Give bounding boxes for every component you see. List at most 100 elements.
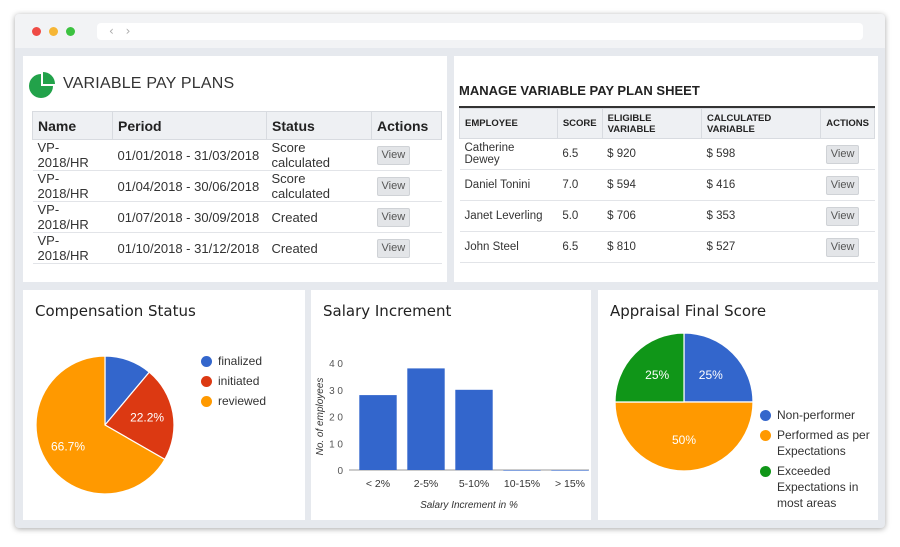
table-row: VP-2018/HR 01/07/2018 - 30/09/2018 Creat… [32,201,442,233]
plan-status: Created [266,232,372,264]
table-row: VP-2018/HR 01/04/2018 - 30/06/2018 Score… [32,170,442,202]
view-button[interactable]: View [825,144,860,164]
legend-swatch [760,410,771,421]
legend-swatch [201,356,212,367]
plan-period: 01/10/2018 - 31/12/2018 [112,232,267,264]
eligible-variable: $ 810 [602,231,702,263]
plan-period: 01/04/2018 - 30/06/2018 [112,170,267,202]
y-tick-label: 1 0 [329,439,343,450]
view-button[interactable]: View [825,206,860,226]
y-tick-label: 3 0 [329,386,343,397]
view-button[interactable]: View [376,145,411,165]
pie-chart-icon [29,72,55,98]
legend-swatch [201,396,212,407]
column-header-calculated-variable[interactable]: CALCULATED VARIABLE [701,108,822,139]
pie-slice-label: 50% [672,433,696,447]
plan-name: VP-2018/HR [32,170,113,202]
column-header-actions[interactable]: ACTIONS [820,108,875,139]
legend-swatch [201,376,212,387]
bar[interactable] [551,470,589,471]
column-header-name[interactable]: Name [32,111,113,140]
minimize-window-button[interactable] [49,27,58,36]
employee-name: Daniel Tonini [459,169,558,201]
x-tick-label: < 2% [366,478,390,490]
legend-label: reviewed [218,394,267,408]
legend-item[interactable]: Performed as per Expectations [760,427,876,459]
table-row: VP-2018/HR 01/10/2018 - 31/12/2018 Creat… [32,232,442,264]
plan-period: 01/01/2018 - 31/03/2018 [112,139,267,171]
eligible-variable: $ 920 [602,138,702,170]
plan-status: Score calculated [266,139,372,171]
employee-score: 6.5 [557,231,603,263]
employee-score: 5.0 [557,200,603,232]
legend-swatch [760,466,771,477]
variable-pay-plans-table: Name Period Status Actions VP-2018/HR 01… [32,111,442,264]
panel-title: MANAGE VARIABLE PAY PLAN SHEET [459,83,700,98]
calculated-variable: $ 527 [701,231,821,263]
bar[interactable] [359,395,397,470]
legend-swatch [760,430,771,441]
x-tick-label: 10-15% [504,478,540,490]
legend-label: Exceeded Expectations in most areas [777,464,859,510]
view-button[interactable]: View [376,207,411,227]
legend-item[interactable]: finalized [201,353,266,369]
chart-legend: Non-performer Performed as per Expectati… [760,407,876,515]
table-row: Janet Leverling 5.0 $ 706 $ 353 View [459,200,875,232]
column-header-status[interactable]: Status [266,111,372,140]
y-tick-label: 0 [337,466,343,477]
pie-slice-label: 22.2% [130,411,164,425]
column-header-actions[interactable]: Actions [371,111,442,140]
x-tick-label: > 15% [555,478,585,490]
view-button[interactable]: View [825,237,860,257]
plan-name: VP-2018/HR [32,139,113,171]
salary-increment-panel: Salary Increment 01 02 03 04 0 < 2% 2-5% 5-… [311,290,591,520]
legend-label: Performed as per Expectations [777,428,870,458]
plan-status: Score calculated [266,170,372,202]
appraisal-final-score-panel: Appraisal Final Score 25% 50% 25% Non-perf… [598,290,878,520]
employee-score: 7.0 [557,169,603,201]
nav-arrows-icon[interactable]: ‹ › [109,23,134,40]
pay-plan-sheet-table: EMPLOYEE SCORE ELIGIBLE VARIABLE CALCULA… [459,108,875,263]
employee-name: Catherine Dewey [459,138,558,170]
employee-name: John Steel [459,231,558,263]
plan-period: 01/07/2018 - 30/09/2018 [112,201,267,233]
legend-label: Non-performer [777,408,856,422]
pie-slice-label: 66.7% [51,439,85,453]
bar[interactable] [407,368,445,470]
bar[interactable] [455,389,493,471]
salary-increment-bar-chart: 0 1 0 2 0 3 0 4 0 < 2% 2-5% 5-10% 10-15% > 15% Sal… [315,359,589,511]
title-bar: ‹ › [15,14,885,48]
view-button[interactable]: View [376,176,411,196]
chart-legend: finalized initiated reviewed [201,353,266,413]
y-tick-label: 2 0 [329,413,343,424]
column-header-employee[interactable]: EMPLOYEE [459,108,558,139]
bar[interactable] [503,470,541,471]
calculated-variable: $ 353 [701,200,821,232]
view-button[interactable]: View [376,238,411,258]
panel-title: VARIABLE PAY PLANS [63,75,235,92]
column-header-period[interactable]: Period [112,111,267,140]
table-row: Daniel Tonini 7.0 $ 594 $ 416 View [459,169,875,201]
legend-item[interactable]: initiated [201,373,266,389]
view-button[interactable]: View [825,175,860,195]
employee-name: Janet Leverling [459,200,558,232]
address-bar[interactable]: ‹ › [97,23,863,40]
column-header-eligible-variable[interactable]: ELIGIBLE VARIABLE [601,108,703,139]
plan-name: VP-2018/HR [32,232,113,264]
legend-label: initiated [218,374,260,388]
legend-item[interactable]: reviewed [201,393,266,409]
y-axis-label: No. of employees [315,378,326,456]
maximize-window-button[interactable] [66,27,75,36]
employee-score: 6.5 [557,138,603,170]
legend-item[interactable]: Non-performer [760,407,876,423]
legend-item[interactable]: Exceeded Expectations in most areas [760,463,876,511]
variable-pay-plans-panel: VARIABLE PAY PLANS Name Period Status Ac… [23,56,447,282]
x-tick-label: 2-5% [414,478,439,490]
column-header-score[interactable]: SCORE [556,108,603,139]
y-tick-label: 4 0 [329,359,343,370]
pie-slice-label: 25% [645,368,669,382]
calculated-variable: $ 598 [701,138,821,170]
close-window-button[interactable] [32,27,41,36]
x-tick-label: 5-10% [459,478,489,490]
plan-name: VP-2018/HR [32,201,113,233]
